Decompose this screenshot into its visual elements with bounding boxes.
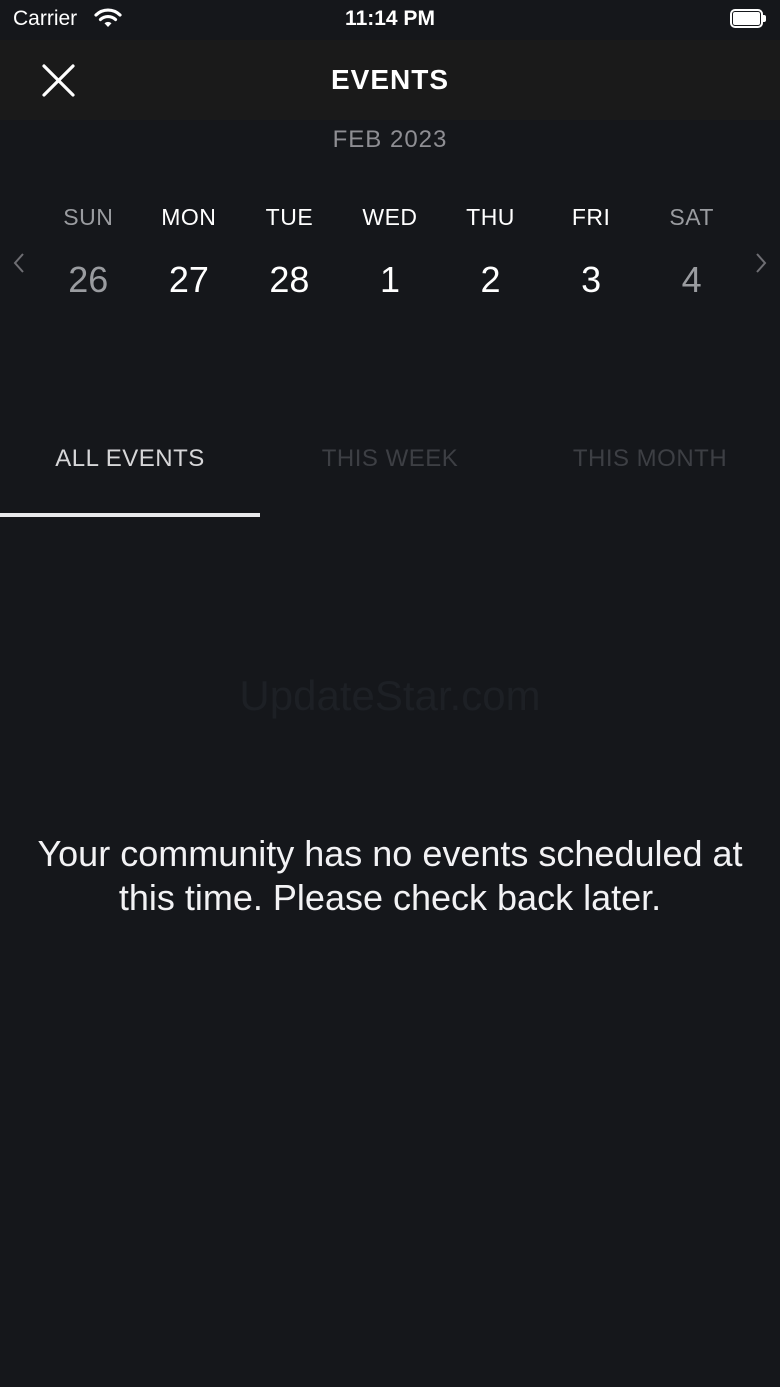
clock: 11:14 PM	[345, 7, 435, 30]
week-strip: SUN 26 MON 27 TUE 28 WED 1 THU 2 FRI 3 S…	[38, 200, 742, 310]
nav-bar: EVENTS	[0, 40, 780, 120]
tab-this-month[interactable]: THIS MONTH	[520, 445, 780, 473]
day-cell-wed[interactable]: WED 1	[340, 200, 441, 310]
day-cell-sun[interactable]: SUN 26	[38, 200, 139, 310]
day-date: 4	[681, 259, 702, 300]
day-cell-mon[interactable]: MON 27	[139, 200, 240, 310]
day-cell-tue[interactable]: TUE 28	[239, 200, 340, 310]
day-name: SAT	[669, 204, 714, 230]
day-name: SUN	[63, 204, 114, 230]
day-cell-sat[interactable]: SAT 4	[641, 200, 742, 310]
day-name: MON	[161, 204, 217, 230]
status-bar: Carrier 11:14 PM	[0, 0, 780, 40]
day-name: FRI	[571, 204, 611, 230]
day-cell-thu[interactable]: THU 2	[440, 200, 541, 310]
day-name: THU	[466, 204, 515, 230]
calendar-month-label: FEB 2023	[332, 126, 448, 153]
event-filter-tabs: ALL EVENTS THIS WEEK THIS MONTH	[0, 420, 780, 520]
day-date: 3	[581, 259, 602, 300]
page-title: EVENTS	[330, 64, 450, 95]
day-name: TUE	[265, 204, 314, 230]
battery-icon	[730, 9, 766, 28]
tab-this-week[interactable]: THIS WEEK	[260, 445, 520, 473]
active-tab-indicator	[0, 513, 260, 517]
day-name: WED	[362, 204, 418, 230]
day-date: 1	[379, 259, 400, 300]
day-date: 27	[168, 259, 209, 300]
day-date: 26	[68, 259, 109, 300]
tab-all-events[interactable]: ALL EVENTS	[0, 445, 260, 473]
empty-state-message: Your community has no events scheduled a…	[37, 833, 743, 918]
day-cell-fri[interactable]: FRI 3	[541, 200, 642, 310]
day-date: 2	[480, 259, 501, 300]
day-date: 28	[269, 259, 310, 300]
chevron-right-icon[interactable]	[751, 250, 771, 276]
watermark: UpdateStar.com	[239, 672, 541, 719]
chevron-left-icon[interactable]	[10, 250, 30, 276]
